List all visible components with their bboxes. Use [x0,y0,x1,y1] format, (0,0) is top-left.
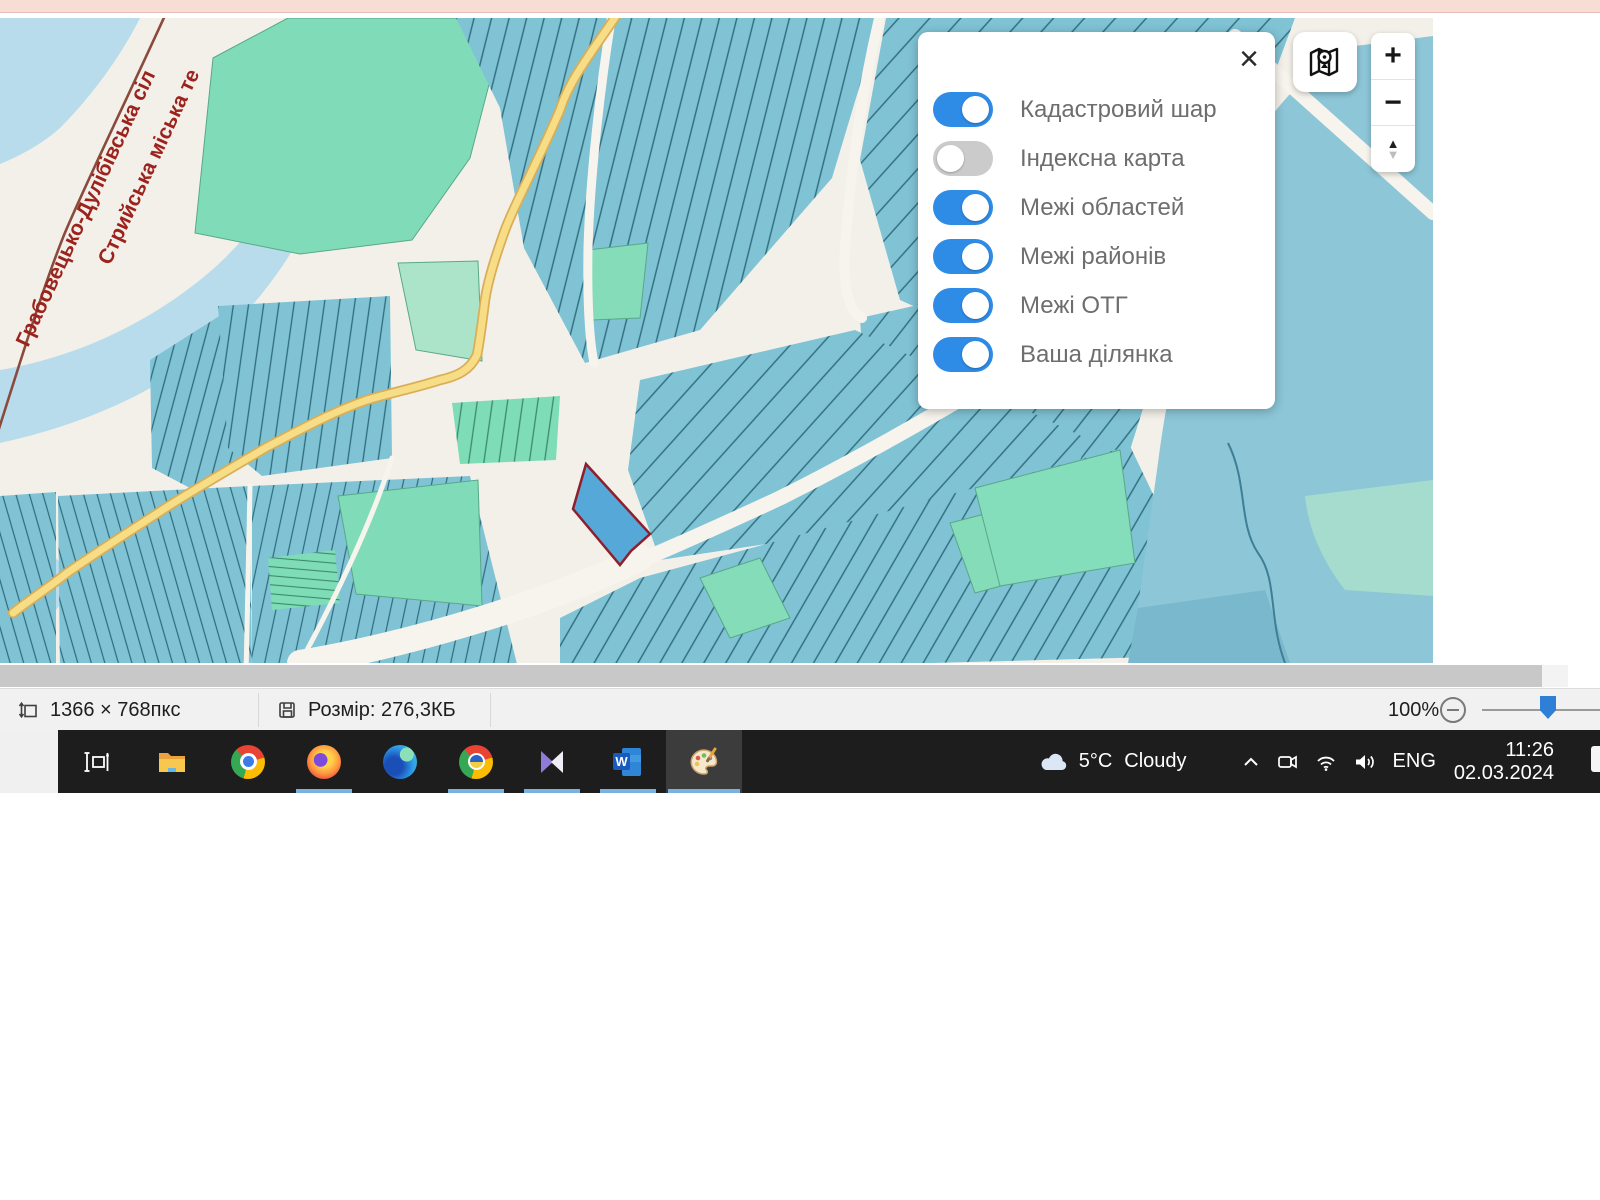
volume-button[interactable] [1353,752,1377,772]
toggle-otg-borders[interactable] [933,288,993,323]
tray-expand-button[interactable] [1241,753,1261,771]
arrow-down-icon: ▼ [1387,149,1400,160]
firefox-button[interactable] [286,730,362,793]
network-button[interactable] [1315,752,1337,772]
layer-label: Межі ОТГ [1020,292,1128,320]
file-explorer-button[interactable] [134,730,210,793]
word-icon: W [611,745,645,779]
toggle-cadastral-layer[interactable] [933,92,993,127]
taskbar-apps: W [58,730,742,793]
edge-button[interactable] [362,730,438,793]
layer-row-otg-borders: Межі ОТГ [933,288,1275,323]
layer-row-cadastral: Кадастровий шар [933,92,1275,127]
clock-time: 11:26 [1454,739,1554,762]
toggle-knob [962,243,989,270]
screen: Грабовецько-Дулібівська сіл Стрийська мі… [0,0,1600,1200]
close-icon[interactable]: × [1239,42,1259,76]
firefox-icon [307,745,341,779]
layer-row-your-parcel: Ваша ділянка [933,337,1275,372]
chrome-ukraine-button[interactable] [438,730,514,793]
language-indicator[interactable]: ENG [1393,750,1436,773]
word-button[interactable]: W [590,730,666,793]
paint-button[interactable] [666,730,742,793]
map-zoom-controls: + − ▲ ▼ [1371,33,1415,172]
speaker-icon [1353,752,1377,772]
svg-text:W: W [615,754,628,769]
clock-date: 02.03.2024 [1454,762,1554,785]
weather-cloud-icon [1039,751,1069,773]
layer-label: Ваша ділянка [1020,341,1173,369]
canvas-size-icon [18,699,40,721]
toggle-knob [962,194,989,221]
toggle-knob [962,292,989,319]
taskbar: W 5°C Cloudy [0,730,1600,793]
scrollbar-thumb[interactable] [0,665,1542,687]
layer-label: Межі районів [1020,243,1166,271]
layer-label: Кадастровий шар [1020,96,1217,124]
camera-icon [1277,752,1299,772]
meet-now-button[interactable] [1277,752,1299,772]
paint-status-bar: 1366 × 768пкс Розмір: 276,3КБ 100% [0,688,1600,730]
task-view-button[interactable] [58,730,134,793]
toggle-knob [962,96,989,123]
save-icon [276,699,298,721]
kmplayer-button[interactable] [514,730,590,793]
map-with-pin-icon [1307,45,1343,79]
zoom-out-button[interactable]: − [1371,79,1415,126]
toggle-knob [937,145,964,172]
layer-label: Індексна карта [1020,145,1185,173]
statusbar-divider [258,693,259,727]
toggle-raion-borders[interactable] [933,239,993,274]
horizontal-scrollbar[interactable] [0,665,1568,687]
file-explorer-icon [155,746,189,778]
toggle-index-map[interactable] [933,141,993,176]
file-size: Розмір: 276,3КБ [276,689,456,731]
chevron-up-icon [1241,753,1261,771]
tilt-control[interactable]: ▲ ▼ [1371,125,1415,172]
layer-row-index-map: Індексна карта [933,141,1275,176]
layer-row-raion-borders: Межі районів [933,239,1275,274]
minimap-button[interactable] [1293,32,1357,92]
weather-temperature[interactable]: 5°C [1079,750,1113,773]
layer-label: Межі областей [1020,194,1184,222]
zoom-slider-handle[interactable] [1540,696,1556,719]
canvas-top-edge [0,0,1600,13]
zoom-level: 100% [1388,689,1439,731]
system-tray: 5°C Cloudy [1039,730,1600,793]
file-size-text: Розмір: 276,3КБ [308,699,456,722]
toggle-oblast-borders[interactable] [933,190,993,225]
canvas-dimensions: 1366 × 768пкс [18,689,180,731]
layer-row-oblast-borders: Межі областей [933,190,1275,225]
zoom-out-canvas-button[interactable] [1440,697,1466,723]
edge-icon [383,745,417,779]
chrome-button[interactable] [210,730,286,793]
zoom-in-button[interactable]: + [1371,33,1415,79]
task-view-icon [81,747,111,777]
statusbar-divider [490,693,491,727]
toggle-knob [962,341,989,368]
dimensions-text: 1366 × 768пкс [50,699,180,722]
notification-edge-icon[interactable] [1591,746,1600,772]
wifi-icon [1315,752,1337,772]
layers-panel: × Кадастровий шар Індексна карта Межі об… [918,32,1275,409]
taskbar-clock[interactable]: 11:26 02.03.2024 [1454,739,1554,785]
toggle-your-parcel[interactable] [933,337,993,372]
kmplayer-icon [536,746,568,778]
paint-icon [687,745,721,779]
chrome-icon [231,745,265,779]
taskbar-left-gap [0,730,58,793]
weather-condition[interactable]: Cloudy [1124,750,1186,773]
chrome-ukraine-icon [459,745,493,779]
